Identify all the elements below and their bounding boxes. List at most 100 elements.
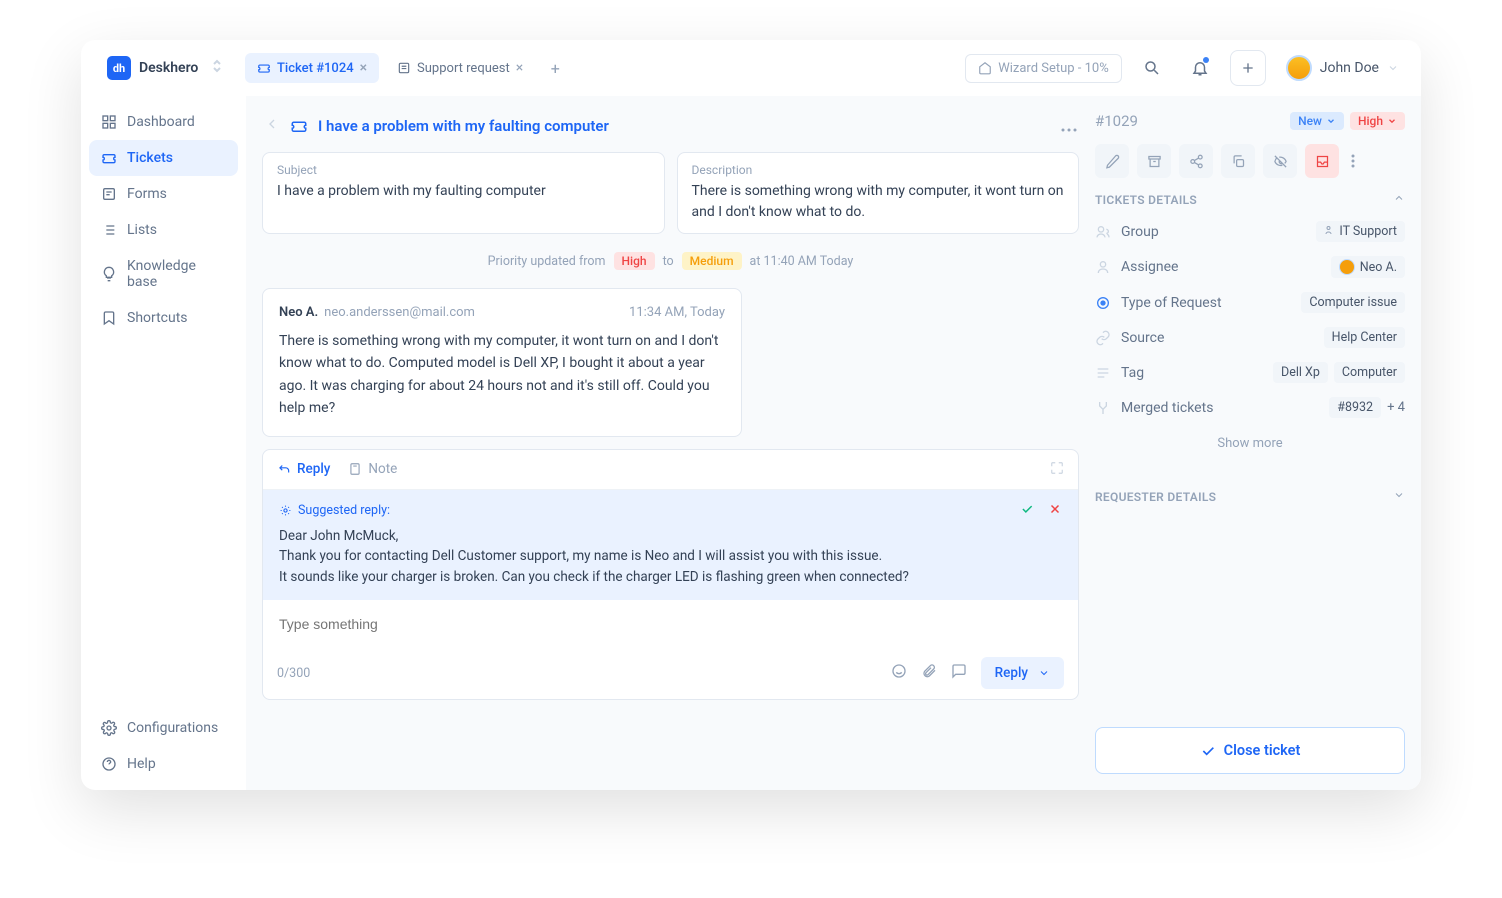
- sidebar-item-dashboard[interactable]: Dashboard: [89, 104, 238, 140]
- log-prefix: Priority updated from: [488, 254, 606, 269]
- tab-note[interactable]: Note: [348, 461, 397, 477]
- tag-value[interactable]: Computer: [1334, 362, 1405, 383]
- char-counter: 0/300: [277, 666, 310, 681]
- group-value[interactable]: IT Support: [1316, 221, 1405, 242]
- more-button[interactable]: [1061, 117, 1077, 136]
- canned-button[interactable]: [951, 663, 967, 683]
- message-body: There is something wrong with my compute…: [279, 330, 725, 420]
- eye-off-icon: [1273, 154, 1288, 169]
- compose-area: [263, 600, 1078, 647]
- notifications-button[interactable]: [1182, 50, 1218, 86]
- more-vertical-icon: [1351, 154, 1355, 168]
- assignee-value[interactable]: Neo A.: [1331, 256, 1405, 278]
- attach-button[interactable]: [921, 663, 937, 683]
- detail-tag: Tag Dell Xp Computer: [1095, 362, 1405, 383]
- log-time: at 11:40 AM Today: [750, 254, 854, 269]
- plus-icon: [1240, 60, 1256, 76]
- form-icon: [397, 61, 411, 75]
- suggested-label: Suggested reply:: [298, 503, 390, 518]
- merged-more[interactable]: + 4: [1387, 400, 1405, 415]
- avatar: [1286, 55, 1312, 81]
- nav-label: Configurations: [127, 720, 218, 736]
- expand-button[interactable]: [1050, 460, 1064, 479]
- message-time: 11:34 AM, Today: [629, 305, 725, 320]
- hide-button[interactable]: [1263, 144, 1297, 178]
- detail-panel: #1029 New High: [1095, 112, 1405, 774]
- tag-value[interactable]: Dell Xp: [1273, 362, 1328, 383]
- link-icon: [1095, 330, 1111, 346]
- status-badge[interactable]: New: [1290, 112, 1344, 130]
- more-actions[interactable]: [1347, 144, 1359, 178]
- radio-icon: [1095, 295, 1111, 311]
- sidebar-item-forms[interactable]: Forms: [89, 176, 238, 212]
- add-tab-button[interactable]: +: [541, 54, 569, 82]
- archive-button[interactable]: [1137, 144, 1171, 178]
- tab-support-request[interactable]: Support request ×: [385, 53, 535, 83]
- priority-badge[interactable]: High: [1350, 112, 1405, 130]
- subject-value: I have a problem with my faulting comput…: [277, 181, 650, 202]
- sidebar-item-shortcuts[interactable]: Shortcuts: [89, 300, 238, 336]
- type-value[interactable]: Computer issue: [1301, 292, 1405, 313]
- ticket-thread: I have a problem with my faulting comput…: [262, 112, 1079, 774]
- sidebar-item-lists[interactable]: Lists: [89, 212, 238, 248]
- list-icon: [101, 222, 117, 238]
- chat-icon: [951, 663, 967, 679]
- share-icon: [1189, 154, 1204, 169]
- close-icon[interactable]: ×: [516, 60, 523, 76]
- close-ticket-button[interactable]: Close ticket: [1095, 727, 1405, 774]
- copy-icon: [1231, 154, 1246, 169]
- home-icon: [978, 61, 992, 75]
- sidebar-item-tickets[interactable]: Tickets: [89, 140, 238, 176]
- tab-ticket-1024[interactable]: Ticket #1024 ×: [245, 53, 379, 83]
- sidebar-item-configurations[interactable]: Configurations: [89, 710, 238, 746]
- delete-button[interactable]: [1305, 144, 1339, 178]
- reject-suggestion[interactable]: [1048, 502, 1062, 520]
- tag-icon: [1095, 365, 1111, 381]
- tab-reply[interactable]: Reply: [277, 461, 330, 477]
- check-icon: [1020, 502, 1034, 516]
- create-button[interactable]: [1230, 50, 1266, 86]
- accept-suggestion[interactable]: [1020, 502, 1034, 520]
- bookmark-icon: [101, 310, 117, 326]
- archive-icon: [1147, 154, 1162, 169]
- copy-button[interactable]: [1221, 144, 1255, 178]
- lightbulb-icon: [101, 266, 117, 282]
- field-label: Subject: [277, 163, 650, 177]
- ticket-title-row: I have a problem with my faulting comput…: [262, 112, 1079, 140]
- share-button[interactable]: [1179, 144, 1213, 178]
- search-button[interactable]: [1134, 50, 1170, 86]
- sidebar-item-knowledge-base[interactable]: Knowledge base: [89, 248, 238, 300]
- close-icon[interactable]: ×: [360, 60, 367, 76]
- nav-label: Lists: [127, 222, 157, 238]
- subject-field: Subject I have a problem with my faultin…: [262, 152, 665, 234]
- tab-label: Support request: [417, 61, 510, 76]
- detail-source: Source Help Center: [1095, 327, 1405, 348]
- ticket-icon: [290, 117, 308, 135]
- requester-details-header[interactable]: REQUESTER DETAILS: [1095, 489, 1405, 504]
- field-row: Subject I have a problem with my faultin…: [262, 152, 1079, 234]
- chevron-updown-icon: [211, 59, 223, 77]
- wizard-setup[interactable]: Wizard Setup - 10%: [965, 54, 1122, 83]
- nav-label: Tickets: [127, 150, 173, 166]
- message-card: Neo A. neo.anderssen@mail.com 11:34 AM, …: [262, 288, 742, 437]
- edit-button[interactable]: [1095, 144, 1129, 178]
- user-icon: [1095, 259, 1111, 275]
- show-more-button[interactable]: Show more: [1095, 432, 1405, 455]
- ticket-title: I have a problem with my faulting comput…: [318, 117, 609, 135]
- reply-input[interactable]: [279, 616, 1062, 632]
- message-header: Neo A. neo.anderssen@mail.com 11:34 AM, …: [279, 305, 725, 320]
- source-value[interactable]: Help Center: [1324, 327, 1405, 348]
- emoji-button[interactable]: [891, 663, 907, 683]
- tickets-details-header[interactable]: TICKETS DETAILS: [1095, 192, 1405, 207]
- send-reply-button[interactable]: Reply: [981, 657, 1064, 689]
- detail-merged: Merged tickets #8932 + 4: [1095, 397, 1405, 418]
- merged-value[interactable]: #8932: [1329, 397, 1381, 418]
- back-button[interactable]: [264, 116, 280, 136]
- x-icon: [1048, 502, 1062, 516]
- suggested-reply-header: Suggested reply:: [279, 502, 1062, 520]
- brand-selector[interactable]: dh Deskhero: [95, 50, 235, 86]
- sidebar-item-help[interactable]: Help: [89, 746, 238, 782]
- detail-assignee: Assignee Neo A.: [1095, 256, 1405, 278]
- chevron-down-icon: [1326, 116, 1336, 126]
- user-menu[interactable]: John Doe: [1278, 51, 1407, 85]
